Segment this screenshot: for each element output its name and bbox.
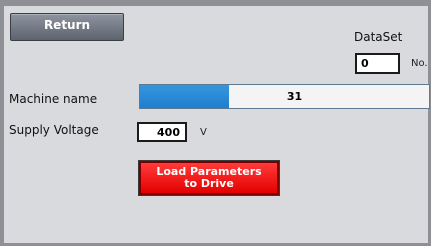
supply-voltage-input[interactable]: 400 [137,122,187,142]
dataset-input[interactable]: 0 [355,53,400,74]
machine-name-label: Machine name [9,92,98,106]
supply-voltage-unit: V [200,127,207,138]
top-border [0,0,431,6]
return-button[interactable]: Return [10,13,124,41]
load-parameters-button[interactable]: Load Parameters to Drive [138,160,280,196]
dataset-label: DataSet [354,30,403,44]
return-button-label: Return [43,18,91,32]
supply-voltage-label: Supply Voltage [9,123,99,137]
machine-name-value: 31 [286,90,303,103]
machine-name-field[interactable]: 31 [139,84,430,109]
load-parameters-label-line2: to Drive [184,177,234,190]
dataset-unit: No. [411,58,428,69]
